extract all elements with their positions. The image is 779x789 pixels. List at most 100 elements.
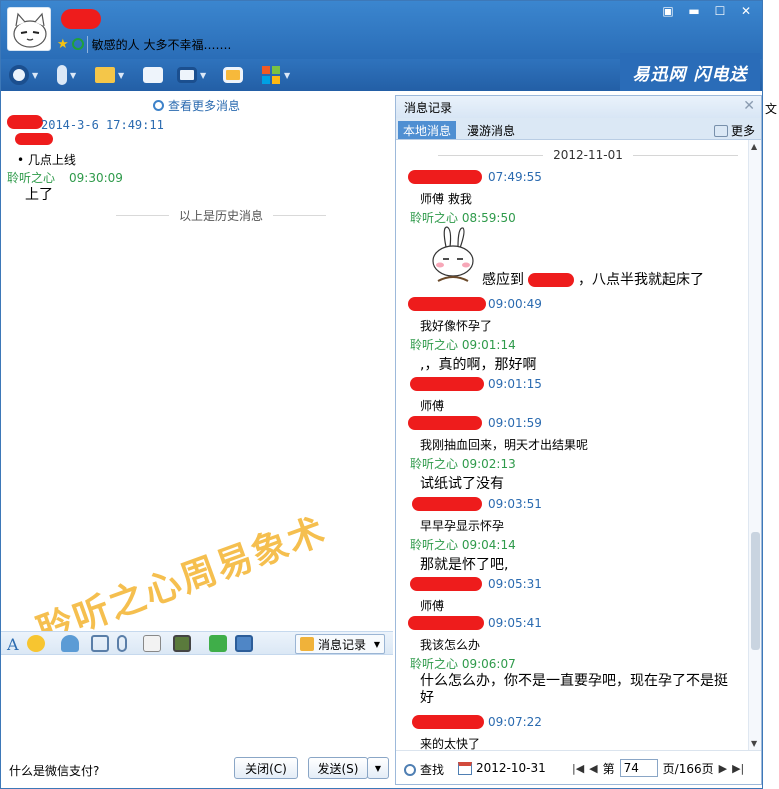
message-text-part: ，八点半我就起床了 xyxy=(578,272,704,288)
history-divider-label: 以上是历史消息 xyxy=(179,209,264,223)
sender-name: 聆听之心 xyxy=(410,211,459,225)
search-icon xyxy=(404,763,416,776)
monitor-icon xyxy=(177,67,197,83)
date-picker[interactable]: 2012-10-31 xyxy=(458,761,546,775)
scroll-up-icon[interactable]: ▲ xyxy=(751,142,757,151)
contact-signature-row: ★ 敏感的人 大多不幸福……. xyxy=(57,35,231,53)
tab-local-messages[interactable]: 本地消息 xyxy=(398,121,457,139)
redacted-name xyxy=(528,273,574,287)
message-text: 师傅 xyxy=(420,599,445,613)
message-text: 感应到 ，八点半我就起床了 xyxy=(482,269,704,289)
message-sender-time: 聆听之心 09:01:14 xyxy=(410,336,516,353)
chat-transcript: 查看更多消息 2014-3-6 17:49:11 • 几点上线 聆听之心 09:3… xyxy=(1,91,393,653)
history-footer: 查找 2012-10-31 |◀ ◀ 第 74 页/166页 ▶ ▶| xyxy=(396,750,761,784)
history-date: 2012-11-01 xyxy=(553,148,623,162)
scroll-thumb[interactable] xyxy=(751,532,760,650)
ad-banner[interactable]: 易迅网 闪电送 xyxy=(620,53,760,91)
apps-button[interactable]: ▼ xyxy=(261,63,290,87)
redacted-sender xyxy=(412,715,484,729)
maximize-button[interactable]: ☐ xyxy=(708,3,732,19)
window-menu-button[interactable]: ▣ xyxy=(656,3,680,19)
message-button[interactable] xyxy=(143,63,163,87)
tab-roaming-messages[interactable]: 漫游消息 xyxy=(462,121,520,139)
see-more-messages-link[interactable]: 查看更多消息 xyxy=(153,97,240,114)
see-more-label: 查看更多消息 xyxy=(168,99,241,113)
prev-page-button[interactable]: ◀ xyxy=(589,762,597,775)
wechat-pay-faq-link[interactable]: 什么是微信支付? xyxy=(9,762,99,779)
redacted-sender xyxy=(412,497,482,511)
red-packet-icon[interactable] xyxy=(209,635,227,652)
message-input[interactable] xyxy=(1,656,393,750)
next-page-button[interactable]: ▶ xyxy=(719,762,727,775)
divider-line xyxy=(273,215,327,216)
message-record-button[interactable]: 消息记录 ▼ xyxy=(295,634,385,654)
sender-name: 聆听之心 xyxy=(410,338,459,352)
message-sender-time: 聆听之心 09:04:14 xyxy=(410,536,516,553)
pagination: |◀ ◀ 第 74 页/166页 ▶ ▶| xyxy=(572,759,744,777)
message-time: 09:06:07 xyxy=(461,657,516,671)
send-file-button[interactable]: ▼ xyxy=(95,63,124,87)
send-options-button[interactable]: ▼ xyxy=(367,757,389,779)
message-time: 09:01:14 xyxy=(461,338,516,352)
redacted-sender xyxy=(408,297,486,311)
divider-line xyxy=(438,154,544,156)
people-icon[interactable] xyxy=(61,635,79,652)
first-page-button[interactable]: |◀ xyxy=(572,762,584,775)
scroll-down-icon[interactable]: ▼ xyxy=(751,739,757,748)
contact-signature: 敏感的人 大多不幸福……. xyxy=(86,35,231,53)
divider-line xyxy=(116,215,169,216)
chevron-down-icon: ▼ xyxy=(70,70,77,80)
microphone-icon xyxy=(57,65,67,85)
message-sender-time: 聆听之心 09:02:13 xyxy=(410,455,516,472)
chat-window: ★ 敏感的人 大多不幸福……. ▣ ▬ ☐ ✕ ▼ ▼ ▼ ▼ ▼ 易迅网 闪电… xyxy=(0,0,763,789)
screen-share-icon xyxy=(223,67,243,83)
history-scrollbar[interactable]: ▲ ▼ xyxy=(748,140,761,750)
message-record-icon xyxy=(300,637,314,651)
close-window-button[interactable]: ✕ xyxy=(734,3,758,19)
redacted-sender xyxy=(7,115,43,129)
close-icon[interactable]: ✕ xyxy=(743,98,755,114)
minimize-button[interactable]: ▬ xyxy=(682,3,706,19)
history-message-list: 2012-11-01 07:49:55 师傅 救我 聆听之心 08:59:50 xyxy=(396,140,748,750)
rabbit-sticker xyxy=(432,226,474,282)
send-button[interactable]: 发送(S) xyxy=(308,757,368,779)
camera-icon xyxy=(9,65,29,85)
voice-call-button[interactable]: ▼ xyxy=(53,63,76,87)
message-text: 试纸试了没有 xyxy=(420,476,504,492)
side-fragment-text: 文 xyxy=(765,102,778,116)
status-ring-icon xyxy=(71,38,84,50)
redacted-sender xyxy=(408,616,484,630)
message-text: 我刚抽血回来，明天才出结果呢 xyxy=(420,438,589,452)
last-page-button[interactable]: ▶| xyxy=(732,762,744,775)
page-input[interactable]: 74 xyxy=(619,759,658,777)
chevron-down-icon: ▼ xyxy=(373,639,380,649)
sender-name: 聆听之心 xyxy=(410,457,459,471)
emoji-icon[interactable] xyxy=(27,635,45,652)
film-icon[interactable] xyxy=(91,635,109,652)
contact-avatar[interactable] xyxy=(7,7,51,51)
bottom-bar: 什么是微信支付? 关闭(C) 发送(S) ▼ xyxy=(1,750,393,788)
message-add-icon xyxy=(143,67,163,83)
title-bar: ★ 敏感的人 大多不幸福……. ▣ ▬ ☐ ✕ xyxy=(1,1,762,59)
message-text: 我该怎么办 xyxy=(420,638,481,652)
message-text-part: 感应到 xyxy=(482,272,524,288)
image-icon[interactable] xyxy=(173,635,191,652)
font-icon[interactable]: A xyxy=(7,635,25,654)
edit-note-icon[interactable] xyxy=(143,635,161,652)
message-history-panel: 消息记录 ✕ 本地消息 漫游消息 更多 2012-11-01 07:49:55 … xyxy=(395,95,762,785)
remote-desktop-button[interactable]: ▼ xyxy=(177,63,206,87)
more-button[interactable]: 更多 xyxy=(713,122,755,139)
redacted-sender xyxy=(408,170,482,184)
share-screen-button[interactable] xyxy=(223,63,243,87)
screenshot-icon[interactable] xyxy=(235,635,253,652)
history-panel-header: 消息记录 ✕ xyxy=(396,96,761,118)
microphone-icon[interactable] xyxy=(117,635,127,652)
video-call-button[interactable]: ▼ xyxy=(9,63,38,87)
find-button[interactable]: 查找 xyxy=(404,761,444,778)
message-text: 师傅 救我 xyxy=(420,192,472,206)
sender-name: 聆听之心 xyxy=(7,171,56,185)
history-panel-title: 消息记录 xyxy=(404,100,453,115)
close-button[interactable]: 关闭(C) xyxy=(234,757,298,779)
redacted-contact-name xyxy=(61,9,101,29)
message-time: 09:03:51 xyxy=(488,497,542,511)
